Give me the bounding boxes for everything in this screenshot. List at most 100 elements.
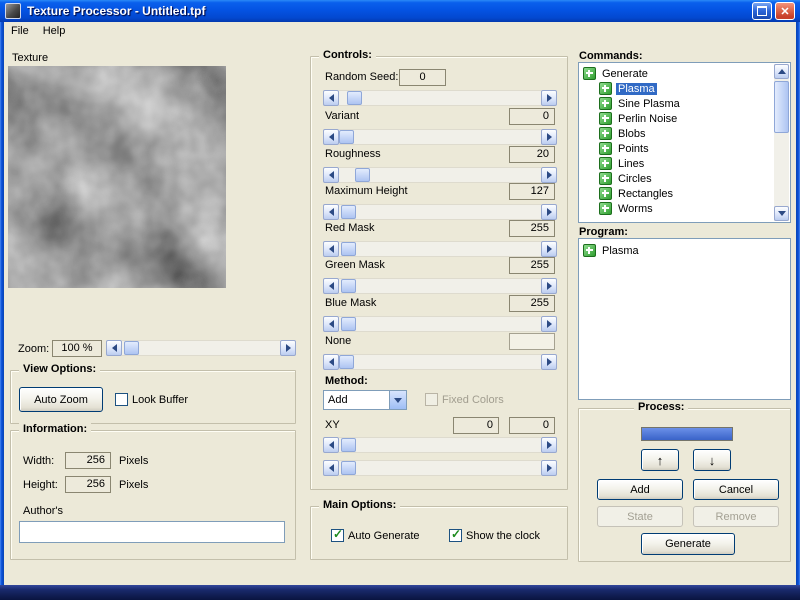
- slider-thumb[interactable]: [341, 242, 356, 256]
- texture-image: [8, 66, 226, 288]
- slider-track[interactable]: [339, 90, 541, 106]
- slider-right-arrow-icon[interactable]: [541, 204, 557, 220]
- program-item-plasma[interactable]: Plasma: [579, 243, 790, 258]
- chevron-down-icon: [394, 397, 402, 403]
- slider-left-arrow-icon[interactable]: [323, 460, 339, 476]
- scroll-up-arrow-icon[interactable]: [774, 64, 789, 79]
- slider-right-arrow-icon[interactable]: [541, 437, 557, 453]
- slider-right-arrow-icon[interactable]: [541, 278, 557, 294]
- tree-item-worms[interactable]: Worms: [579, 201, 790, 216]
- scroll-down-arrow-icon[interactable]: [774, 206, 789, 221]
- slider-track[interactable]: [339, 278, 541, 294]
- slider-track[interactable]: [339, 316, 541, 332]
- none-value: [509, 333, 555, 350]
- add-button[interactable]: Add: [597, 479, 683, 500]
- main-options-title: Main Options:: [319, 499, 401, 511]
- scroll-thumb[interactable]: [774, 81, 789, 133]
- slider-right-arrow-icon[interactable]: [541, 167, 557, 183]
- slider-thumb[interactable]: [341, 205, 356, 219]
- slider-track[interactable]: [339, 167, 541, 183]
- slider-left-arrow-icon[interactable]: [323, 204, 339, 220]
- slider-left-arrow-icon[interactable]: [323, 354, 339, 370]
- slider-left-arrow-icon[interactable]: [323, 90, 339, 106]
- zoom-slider-right-arrow-icon[interactable]: [280, 340, 296, 356]
- slider-track[interactable]: [339, 241, 541, 257]
- arrow-down-icon: ↓: [708, 452, 716, 468]
- tree-item-perlin-noise[interactable]: Perlin Noise: [579, 111, 790, 126]
- auto-zoom-button[interactable]: Auto Zoom: [19, 387, 103, 412]
- width-label: Width:: [23, 455, 55, 467]
- author-input[interactable]: [19, 521, 285, 543]
- variant-slider[interactable]: [323, 129, 557, 145]
- zoom-slider-thumb[interactable]: [124, 341, 139, 355]
- none-label: None: [325, 335, 352, 347]
- slider-right-arrow-icon[interactable]: [541, 460, 557, 476]
- slider-left-arrow-icon[interactable]: [323, 241, 339, 257]
- slider-right-arrow-icon[interactable]: [541, 354, 557, 370]
- commands-title: Commands:: [579, 50, 643, 62]
- width-value: 256: [65, 452, 111, 469]
- scroll-track[interactable]: [774, 79, 789, 206]
- fixed-colors-label: Fixed Colors: [442, 394, 504, 406]
- menu-file[interactable]: File: [4, 23, 36, 39]
- tree-item-plasma[interactable]: Plasma: [579, 81, 790, 96]
- tree-item-sine-plasma[interactable]: Sine Plasma: [579, 96, 790, 111]
- method-combobox[interactable]: Add: [323, 390, 407, 410]
- move-up-button[interactable]: ↑: [641, 449, 679, 471]
- slider-thumb[interactable]: [341, 279, 356, 293]
- slider-thumb[interactable]: [339, 130, 354, 144]
- tree-scrollbar[interactable]: [774, 64, 789, 221]
- slider-left-arrow-icon[interactable]: [323, 167, 339, 183]
- maximum-height-slider[interactable]: [323, 204, 557, 220]
- combo-dropdown-button[interactable]: [389, 391, 406, 409]
- slider-right-arrow-icon[interactable]: [541, 90, 557, 106]
- zoom-slider[interactable]: [106, 340, 296, 356]
- slider-thumb[interactable]: [341, 317, 356, 331]
- slider-track[interactable]: [339, 204, 541, 220]
- slider-thumb[interactable]: [347, 91, 362, 105]
- none-slider[interactable]: [323, 354, 557, 370]
- tree-item-label-selected: Plasma: [616, 82, 657, 95]
- maximize-button[interactable]: [752, 2, 772, 20]
- menu-help[interactable]: Help: [36, 23, 73, 39]
- cancel-button[interactable]: Cancel: [693, 479, 779, 500]
- tree-item-generate[interactable]: Generate: [579, 66, 790, 81]
- xy-y-slider[interactable]: [323, 460, 557, 476]
- red-mask-slider[interactable]: [323, 241, 557, 257]
- roughness-slider[interactable]: [323, 167, 557, 183]
- slider-track[interactable]: [339, 129, 541, 145]
- random-seed-slider[interactable]: [323, 90, 557, 106]
- slider-thumb[interactable]: [355, 168, 370, 182]
- main-options-group: Main Options: Auto Generate Show the clo…: [310, 499, 568, 560]
- slider-left-arrow-icon[interactable]: [323, 437, 339, 453]
- blue-mask-slider[interactable]: [323, 316, 557, 332]
- slider-right-arrow-icon[interactable]: [541, 129, 557, 145]
- slider-left-arrow-icon[interactable]: [323, 316, 339, 332]
- tree-item-circles[interactable]: Circles: [579, 171, 790, 186]
- slider-left-arrow-icon[interactable]: [323, 278, 339, 294]
- xy-x-slider[interactable]: [323, 437, 557, 453]
- slider-thumb[interactable]: [341, 461, 356, 475]
- slider-thumb[interactable]: [339, 355, 354, 369]
- tree-item-lines[interactable]: Lines: [579, 156, 790, 171]
- show-clock-checkbox[interactable]: [449, 527, 462, 542]
- slider-track[interactable]: [339, 437, 541, 453]
- slider-track[interactable]: [339, 460, 541, 476]
- tree-item-blobs[interactable]: Blobs: [579, 126, 790, 141]
- tree-item-rectangles[interactable]: Rectangles: [579, 186, 790, 201]
- close-button[interactable]: ✕: [775, 2, 795, 20]
- zoom-slider-track[interactable]: [122, 340, 280, 356]
- slider-thumb[interactable]: [341, 438, 356, 452]
- slider-left-arrow-icon[interactable]: [323, 129, 339, 145]
- title-bar[interactable]: Texture Processor - Untitled.tpf ✕: [0, 0, 800, 22]
- green-mask-slider[interactable]: [323, 278, 557, 294]
- slider-track[interactable]: [339, 354, 541, 370]
- look-buffer-checkbox[interactable]: [115, 393, 128, 406]
- tree-item-points[interactable]: Points: [579, 141, 790, 156]
- generate-button[interactable]: Generate: [641, 533, 735, 555]
- auto-generate-checkbox[interactable]: [331, 527, 344, 542]
- slider-right-arrow-icon[interactable]: [541, 241, 557, 257]
- move-down-button[interactable]: ↓: [693, 449, 731, 471]
- zoom-slider-left-arrow-icon[interactable]: [106, 340, 122, 356]
- slider-right-arrow-icon[interactable]: [541, 316, 557, 332]
